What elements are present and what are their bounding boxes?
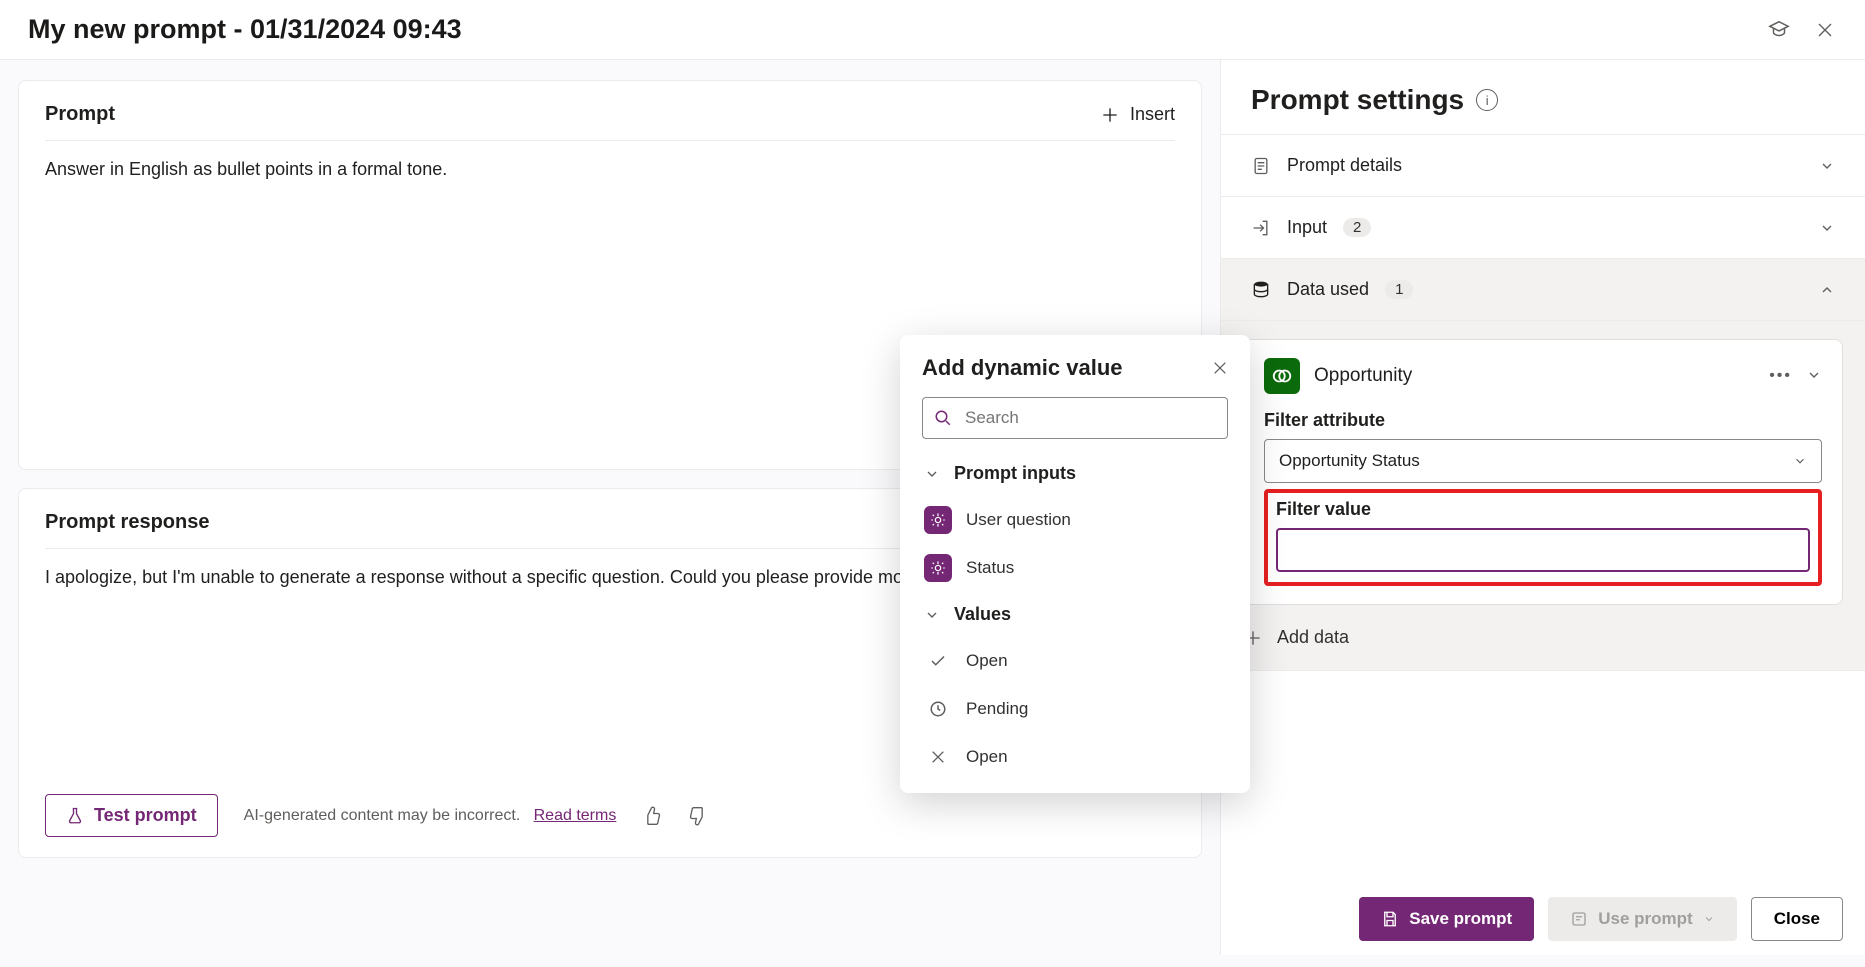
settings-panel: Prompt settings i Prompt details Input 2 [1220, 60, 1865, 955]
filter-value-label: Filter value [1276, 499, 1810, 520]
settings-title: Prompt settings [1251, 84, 1464, 116]
use-icon [1570, 910, 1588, 928]
use-prompt-label: Use prompt [1598, 909, 1692, 929]
dataverse-icon [1264, 358, 1300, 394]
chevron-down-icon [1793, 454, 1807, 468]
accordion-input[interactable]: Input 2 [1221, 197, 1865, 259]
prompt-inputs-label: Prompt inputs [954, 463, 1076, 484]
learn-icon[interactable] [1767, 18, 1791, 42]
search-icon [934, 409, 952, 427]
value-open-2[interactable]: Open [922, 733, 1228, 781]
test-prompt-label: Test prompt [94, 805, 197, 826]
input-count: 2 [1343, 218, 1371, 237]
chevron-up-icon [1819, 282, 1835, 298]
page-title: My new prompt - 01/31/2024 09:43 [28, 14, 462, 45]
use-prompt-button[interactable]: Use prompt [1548, 897, 1736, 941]
action-bar: Save prompt Use prompt Close [1359, 897, 1843, 941]
window-header: My new prompt - 01/31/2024 09:43 [0, 0, 1865, 60]
close-icon[interactable] [1212, 360, 1228, 376]
header-actions [1767, 18, 1837, 42]
filter-attribute-select[interactable]: Opportunity Status [1264, 439, 1822, 483]
list-item-label: User question [966, 510, 1071, 530]
add-data-label: Add data [1277, 627, 1349, 648]
details-icon [1251, 156, 1271, 176]
prompt-section-title: Prompt [45, 103, 115, 126]
filter-attribute-value: Opportunity Status [1279, 451, 1420, 471]
input-user-question[interactable]: User question [922, 496, 1228, 544]
opportunity-card: Opportunity ••• Filter attribute Opportu… [1243, 339, 1843, 605]
close-icon [924, 743, 952, 771]
info-icon[interactable]: i [1476, 89, 1498, 111]
input-status[interactable]: Status [922, 544, 1228, 592]
save-prompt-button[interactable]: Save prompt [1359, 897, 1534, 941]
prompt-text[interactable]: Answer in English as bullet points in a … [45, 141, 1175, 180]
list-item-label: Open [966, 651, 1008, 671]
list-item-label: Status [966, 558, 1014, 578]
chevron-down-icon [924, 466, 940, 482]
thumbs-up-icon[interactable] [642, 806, 662, 826]
close-button[interactable]: Close [1751, 897, 1843, 941]
input-label: Input [1287, 217, 1327, 238]
chevron-down-icon [1703, 913, 1715, 925]
thumbs-down-icon[interactable] [688, 806, 708, 826]
insert-label: Insert [1130, 104, 1175, 125]
opportunity-name: Opportunity [1314, 365, 1412, 387]
database-icon [1251, 280, 1271, 300]
test-prompt-button[interactable]: Test prompt [45, 794, 218, 837]
value-open[interactable]: Open [922, 637, 1228, 685]
insert-button[interactable]: Insert [1100, 104, 1175, 125]
popup-title: Add dynamic value [922, 355, 1123, 381]
response-section-title: Prompt response [45, 511, 209, 534]
data-used-content: Opportunity ••• Filter attribute Opportu… [1221, 321, 1865, 671]
accordion-data-used[interactable]: Data used 1 [1221, 259, 1865, 321]
filter-value-input[interactable] [1276, 528, 1810, 572]
variable-icon [924, 506, 952, 534]
filter-attribute-label: Filter attribute [1264, 410, 1822, 431]
check-icon [924, 647, 952, 675]
section-prompt-inputs[interactable]: Prompt inputs [922, 451, 1228, 496]
save-prompt-label: Save prompt [1409, 909, 1512, 929]
save-icon [1381, 910, 1399, 928]
data-used-label: Data used [1287, 279, 1369, 300]
add-data-button[interactable]: Add data [1243, 623, 1843, 652]
chevron-down-icon[interactable] [1806, 367, 1822, 385]
close-icon[interactable] [1813, 18, 1837, 42]
list-item-label: Pending [966, 699, 1028, 719]
filter-value-highlight: Filter value [1264, 489, 1822, 586]
ai-note: AI-generated content may be incorrect. R… [244, 807, 617, 825]
clock-icon [924, 695, 952, 723]
section-values[interactable]: Values [922, 592, 1228, 637]
close-label: Close [1774, 909, 1820, 929]
response-footer: Test prompt AI-generated content may be … [45, 794, 1175, 837]
input-icon [1251, 218, 1271, 238]
variable-icon [924, 554, 952, 582]
add-dynamic-value-popup: Add dynamic value Prompt inputs User que… [900, 335, 1250, 793]
value-pending[interactable]: Pending [922, 685, 1228, 733]
chevron-down-icon [1819, 220, 1835, 236]
chevron-down-icon [924, 607, 940, 623]
chevron-down-icon [1819, 158, 1835, 174]
details-label: Prompt details [1287, 155, 1402, 176]
list-item-label: Open [966, 747, 1008, 767]
read-terms-link[interactable]: Read terms [534, 807, 617, 824]
values-label: Values [954, 604, 1011, 625]
accordion-prompt-details[interactable]: Prompt details [1221, 135, 1865, 197]
data-used-count: 1 [1385, 280, 1413, 299]
search-input[interactable] [922, 397, 1228, 439]
more-icon[interactable]: ••• [1769, 367, 1792, 385]
